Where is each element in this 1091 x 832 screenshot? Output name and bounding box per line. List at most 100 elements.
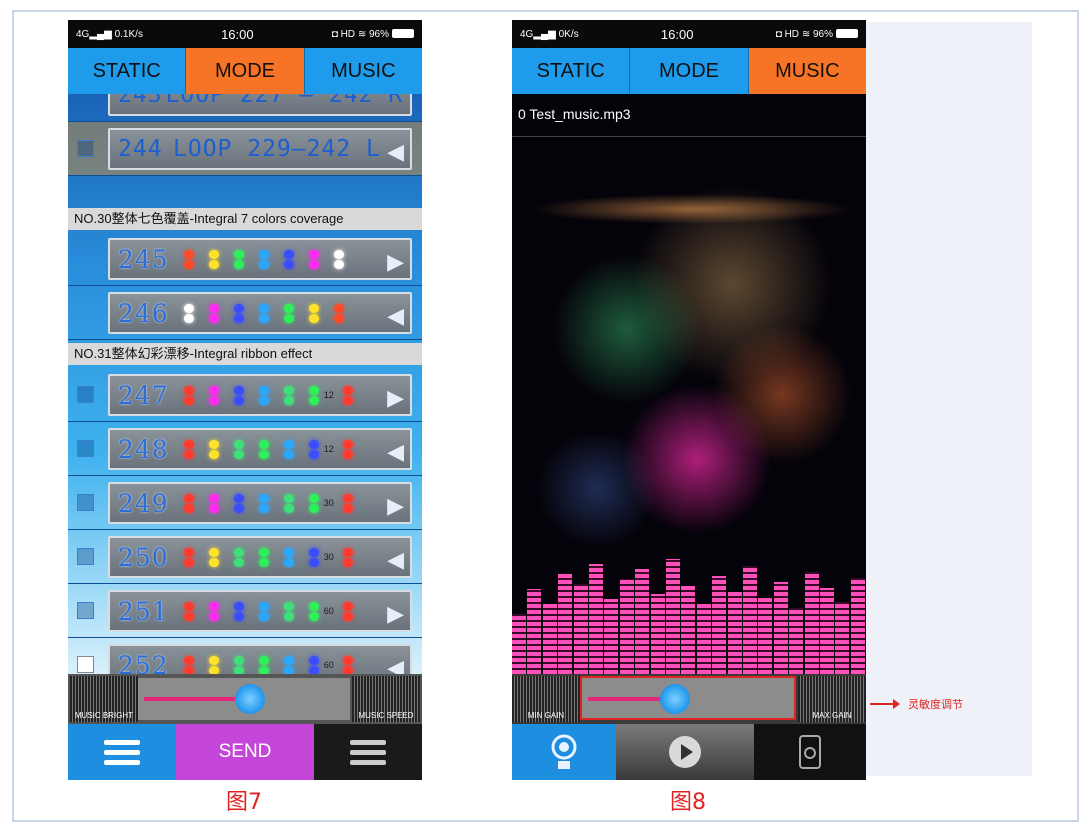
list-item[interactable]: 243 LOOP 227 — 242 R [68, 94, 422, 122]
signal-text: 4G [520, 28, 534, 40]
clock: 16:00 [660, 26, 694, 42]
tab-static[interactable]: STATIC [512, 48, 631, 94]
led-group [233, 249, 244, 269]
led-dot [183, 303, 194, 313]
tab-static[interactable]: STATIC [68, 48, 187, 94]
led-dot [183, 557, 194, 567]
led-dot [308, 439, 319, 449]
led-dot [183, 249, 194, 259]
led-dot [333, 259, 344, 269]
tab-mode[interactable]: MODE [630, 48, 749, 94]
send-button[interactable]: SEND [176, 724, 314, 780]
arrow-right-icon: ▶ [387, 493, 404, 518]
sensitivity-slider[interactable] [580, 676, 796, 720]
list-item[interactable]: 249 30 ▶ [68, 476, 422, 530]
led-dot [208, 249, 219, 259]
min-gain-label: MIN GAIN [527, 711, 565, 720]
list-item[interactable]: 244 LOOP 229—242 L ◀ [68, 122, 422, 176]
settings-list-icon [350, 735, 386, 770]
list-item[interactable]: 248 12 ◀ [68, 422, 422, 476]
mode-pill[interactable]: 247 12 ▶ [108, 374, 412, 416]
led-group [333, 249, 344, 269]
eq-bar [712, 576, 727, 674]
led-group [283, 303, 294, 323]
tab-music[interactable]: MUSIC [304, 48, 422, 94]
checkbox[interactable] [77, 440, 94, 457]
led-group [283, 385, 294, 405]
microphone-button[interactable] [512, 724, 616, 780]
led-group [308, 547, 319, 567]
list-item[interactable]: 251 60 ▶ [68, 584, 422, 638]
sound-wave [532, 194, 852, 224]
led-dot [233, 395, 244, 405]
mode-pill[interactable]: 243 LOOP 227 — 242 R [108, 94, 412, 116]
mode-pill[interactable]: 245 ▶ [108, 238, 412, 280]
min-gain-button[interactable]: MIN GAIN [512, 676, 580, 722]
mode-number: 244 [118, 136, 163, 162]
list-item[interactable]: 246 ◀ [68, 286, 422, 340]
checkbox[interactable] [77, 386, 94, 403]
tab-mode[interactable]: MODE [186, 48, 305, 94]
mode-number: 247 [118, 380, 169, 410]
slider-knob[interactable] [660, 684, 690, 714]
led-dot [308, 395, 319, 405]
mode-pill[interactable]: 248 12 ◀ [108, 428, 412, 470]
led-group [233, 547, 244, 567]
status-bar: 4G▂▄▆ 0.1K/s 16:00 ◘ HD ≋ 96% [68, 20, 422, 48]
led-dot [308, 249, 319, 259]
led-group [208, 385, 219, 405]
led-dot [283, 493, 294, 503]
list-item[interactable]: 245 ▶ [68, 232, 422, 286]
led-group [233, 493, 244, 513]
arrow-left-icon: ◀ [387, 139, 404, 164]
checkbox[interactable] [77, 656, 94, 673]
led-group [258, 601, 269, 621]
led-group [208, 493, 219, 513]
slider-knob[interactable] [235, 684, 265, 714]
microphone-icon [551, 734, 577, 769]
brightness-slider[interactable] [138, 678, 350, 720]
track-filename[interactable]: 0 Test_music.mp3 [518, 106, 631, 122]
led-dot [233, 313, 244, 323]
led-dot [283, 439, 294, 449]
led-dot [233, 259, 244, 269]
led-dot [183, 611, 194, 621]
led-group [342, 547, 353, 567]
checkbox[interactable] [77, 602, 94, 619]
list-item[interactable]: 247 12 ▶ [68, 368, 422, 422]
checkbox[interactable] [77, 548, 94, 565]
phone-mode-screen: 4G▂▄▆ 0.1K/s 16:00 ◘ HD ≋ 96% STATIC MOD… [68, 20, 422, 780]
arrow-left-icon: ◀ [387, 547, 404, 572]
mode-pill[interactable]: 251 60 ▶ [108, 590, 412, 632]
led-dot [258, 303, 269, 313]
list-view-button[interactable] [68, 724, 176, 780]
checkbox[interactable] [77, 140, 94, 157]
led-group [208, 601, 219, 621]
play-button[interactable] [616, 724, 754, 780]
mode-pill[interactable]: 250 30 ◀ [108, 536, 412, 578]
led-dot [283, 449, 294, 459]
bottom-nav [512, 724, 866, 780]
phone-button[interactable] [754, 724, 866, 780]
mode-number: 250 [118, 542, 169, 572]
led-dot [342, 611, 353, 621]
mode-pill[interactable]: 244 LOOP 229—242 L ◀ [108, 128, 412, 170]
led-dot [208, 449, 219, 459]
led-dot [233, 303, 244, 313]
led-group [183, 303, 194, 323]
led-dot [283, 249, 294, 259]
mode-list[interactable]: 243 LOOP 227 — 242 R 244 LOOP 229—242 L … [68, 94, 422, 694]
mode-pill[interactable]: 249 30 ▶ [108, 482, 412, 524]
play-icon [669, 736, 701, 768]
led-dot [258, 493, 269, 503]
settings-button[interactable] [314, 724, 422, 780]
tab-music[interactable]: MUSIC [748, 48, 866, 94]
list-item[interactable]: 250 30 ◀ [68, 530, 422, 584]
max-gain-button[interactable]: MAX GAIN [798, 676, 866, 722]
mode-pill[interactable]: 246 ◀ [108, 292, 412, 334]
music-bright-button[interactable]: MUSIC BRIGHT [70, 676, 138, 722]
phone-icon [799, 735, 821, 769]
eq-bar [512, 614, 526, 674]
checkbox[interactable] [77, 494, 94, 511]
music-speed-button[interactable]: MUSIC SPEED [352, 676, 420, 722]
